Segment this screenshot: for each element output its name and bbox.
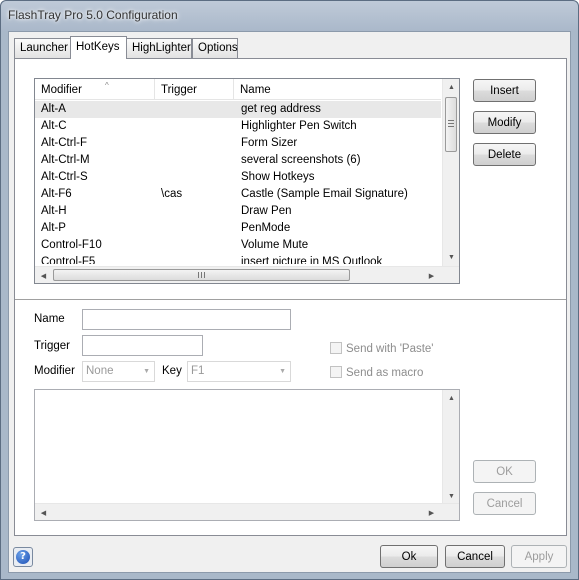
send-as-macro-checkbox[interactable]: Send as macro bbox=[330, 366, 423, 379]
textarea-horizontal-scrollbar[interactable]: ◀ ▶ bbox=[35, 503, 459, 520]
cell-name: Castle (Sample Email Signature) bbox=[241, 188, 408, 200]
list-rows: Alt-A get reg address Alt-C Highlighter Pen… bbox=[35, 101, 441, 264]
cell-modifier: Control-F5 bbox=[41, 256, 96, 264]
column-modifier-label: Modifier bbox=[41, 84, 82, 96]
arrow-up-icon[interactable]: ▲ bbox=[443, 79, 459, 96]
hotkey-content-textarea[interactable]: ▲ ▼ ◀ ▶ bbox=[34, 389, 460, 521]
arrow-right-icon[interactable]: ▶ bbox=[423, 504, 440, 521]
cell-name: PenMode bbox=[241, 222, 291, 234]
help-button[interactable]: ? bbox=[13, 547, 33, 567]
help-icon: ? bbox=[16, 550, 30, 564]
send-with-paste-label: Send with 'Paste' bbox=[346, 343, 434, 355]
cell-name: insert picture in MS Outlook bbox=[241, 256, 383, 264]
table-row[interactable]: Alt-A get reg address bbox=[35, 101, 441, 118]
chevron-down-icon: ▼ bbox=[279, 368, 286, 375]
cell-modifier: Alt-Ctrl-M bbox=[41, 154, 90, 166]
checkbox-box bbox=[330, 366, 342, 378]
ok-button[interactable]: Ok bbox=[380, 545, 438, 568]
cancel-button[interactable]: Cancel bbox=[445, 545, 505, 568]
vertical-scroll-thumb[interactable] bbox=[445, 97, 457, 152]
table-row[interactable]: Alt-H Draw Pen bbox=[35, 203, 441, 220]
key-select[interactable]: F1 ▼ bbox=[187, 361, 291, 382]
cell-modifier: Alt-H bbox=[41, 205, 67, 217]
cell-modifier: Control-F10 bbox=[41, 239, 102, 251]
cell-name: Draw Pen bbox=[241, 205, 292, 217]
apply-button[interactable]: Apply bbox=[511, 545, 567, 568]
section-divider bbox=[15, 299, 566, 301]
config-window: FlashTray Pro 5.0 Configuration Launcher… bbox=[0, 0, 579, 580]
arrow-right-icon[interactable]: ▶ bbox=[423, 267, 440, 283]
modifier-label: Modifier bbox=[34, 365, 75, 377]
form-ok-button[interactable]: OK bbox=[473, 460, 536, 483]
horizontal-scroll-thumb[interactable] bbox=[53, 269, 350, 281]
send-as-macro-label: Send as macro bbox=[346, 367, 424, 379]
list-horizontal-scrollbar[interactable]: ◀ ▶ bbox=[35, 266, 459, 283]
checkbox-box bbox=[330, 342, 342, 354]
cell-modifier: Alt-A bbox=[41, 103, 66, 115]
cell-modifier: Alt-Ctrl-F bbox=[41, 137, 87, 149]
list-vertical-scrollbar[interactable]: ▲ ▼ bbox=[442, 79, 459, 266]
name-label: Name bbox=[34, 313, 65, 325]
textarea-vertical-scrollbar[interactable]: ▲ ▼ bbox=[442, 390, 459, 505]
chevron-down-icon: ▼ bbox=[143, 368, 150, 375]
key-label: Key bbox=[162, 365, 182, 377]
hotkeys-list[interactable]: Modifier ^ Trigger Name Alt-A get reg add… bbox=[34, 78, 460, 284]
modifier-select[interactable]: None ▼ bbox=[82, 361, 155, 382]
arrow-up-icon[interactable]: ▲ bbox=[443, 390, 460, 407]
cell-name: Highlighter Pen Switch bbox=[241, 120, 357, 132]
send-with-paste-checkbox[interactable]: Send with 'Paste' bbox=[330, 342, 434, 355]
cell-name: Show Hotkeys bbox=[241, 171, 315, 183]
cell-modifier: Alt-Ctrl-S bbox=[41, 171, 88, 183]
arrow-down-icon[interactable]: ▼ bbox=[443, 249, 459, 266]
trigger-input[interactable] bbox=[82, 335, 203, 356]
column-header-modifier[interactable]: Modifier ^ bbox=[35, 79, 155, 100]
window-title: FlashTray Pro 5.0 Configuration bbox=[8, 8, 178, 22]
cell-trigger: \cas bbox=[161, 188, 183, 200]
key-select-value: F1 bbox=[191, 365, 205, 377]
column-header-name[interactable]: Name bbox=[234, 79, 441, 100]
cell-name: several screenshots (6) bbox=[241, 154, 361, 166]
tab-options[interactable]: Options bbox=[192, 38, 238, 58]
table-row[interactable]: Alt-Ctrl-F Form Sizer bbox=[35, 135, 441, 152]
modifier-select-value: None bbox=[86, 365, 114, 377]
modify-button[interactable]: Modify bbox=[473, 111, 536, 134]
table-row[interactable]: Alt-C Highlighter Pen Switch bbox=[35, 118, 441, 135]
column-header-trigger[interactable]: Trigger bbox=[155, 79, 234, 100]
cell-name: Form Sizer bbox=[241, 137, 298, 149]
table-row[interactable]: Control-F10 Volume Mute bbox=[35, 237, 441, 254]
table-row[interactable]: Alt-F6 \cas Castle (Sample Email Signature… bbox=[35, 186, 441, 203]
tab-launcher[interactable]: Launcher bbox=[14, 38, 71, 58]
table-row[interactable]: Alt-Ctrl-M several screenshots (6) bbox=[35, 152, 441, 169]
table-row[interactable]: Alt-Ctrl-S Show Hotkeys bbox=[35, 169, 441, 186]
tab-hotkeys[interactable]: HotKeys bbox=[70, 36, 127, 59]
client-area: Launcher HotKeys HighLighter Options Mod… bbox=[8, 31, 571, 573]
title-bar[interactable]: FlashTray Pro 5.0 Configuration bbox=[1, 1, 578, 31]
table-row[interactable]: Control-F5 insert picture in MS Outlook bbox=[35, 254, 441, 264]
cell-modifier: Alt-C bbox=[41, 120, 67, 132]
tab-highlighter[interactable]: HighLighter bbox=[126, 38, 192, 58]
insert-button[interactable]: Insert bbox=[473, 79, 536, 102]
list-header: Modifier ^ Trigger Name bbox=[35, 79, 441, 100]
cell-name: get reg address bbox=[241, 103, 321, 115]
arrow-left-icon[interactable]: ◀ bbox=[35, 504, 52, 521]
hotkeys-tab-panel: Modifier ^ Trigger Name Alt-A get reg add… bbox=[14, 58, 567, 536]
trigger-label: Trigger bbox=[34, 340, 70, 352]
sort-ascending-icon: ^ bbox=[105, 81, 109, 90]
cell-name: Volume Mute bbox=[241, 239, 309, 251]
form-cancel-button[interactable]: Cancel bbox=[473, 492, 536, 515]
arrow-left-icon[interactable]: ◀ bbox=[35, 267, 52, 283]
cell-modifier: Alt-P bbox=[41, 222, 66, 234]
delete-button[interactable]: Delete bbox=[473, 143, 536, 166]
name-input[interactable] bbox=[82, 309, 291, 330]
cell-modifier: Alt-F6 bbox=[41, 188, 72, 200]
table-row[interactable]: Alt-P PenMode bbox=[35, 220, 441, 237]
